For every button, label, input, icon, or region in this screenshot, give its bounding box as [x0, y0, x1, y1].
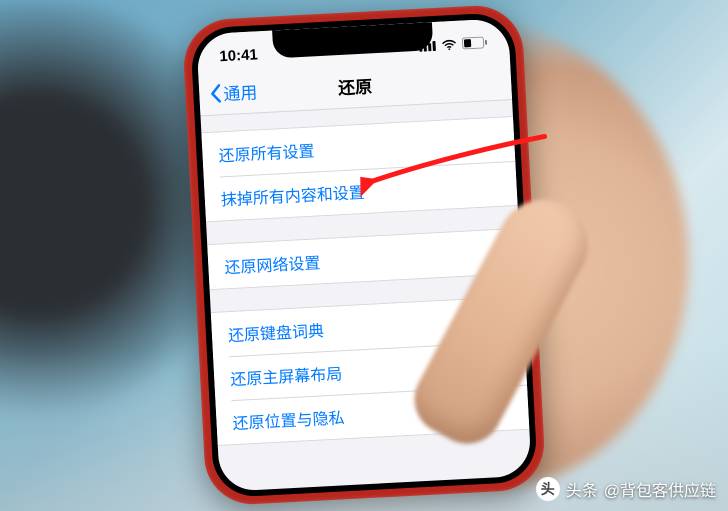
row-label: 还原网络设置 — [224, 249, 321, 278]
wifi-icon — [441, 38, 458, 50]
photo-scene: 10:41 通用 还原 — [0, 0, 728, 511]
row-label: 还原位置与隐私 — [232, 404, 345, 434]
back-button[interactable]: 通用 — [209, 78, 258, 105]
chevron-left-icon — [209, 83, 222, 104]
back-label: 通用 — [223, 78, 258, 105]
row-label: 还原键盘词典 — [227, 317, 324, 346]
row-label: 还原所有设置 — [218, 137, 315, 166]
attribution-prefix: 头条 — [566, 477, 598, 501]
row-label: 还原主屏幕布局 — [230, 360, 343, 390]
attribution-handle: @背包客供应链 — [604, 477, 716, 501]
status-time: 10:41 — [219, 46, 258, 65]
row-label: 抹掉所有内容和设置 — [220, 179, 365, 211]
attribution: 头 头条 @背包客供应链 — [536, 477, 716, 501]
attribution-badge-icon: 头 — [536, 477, 560, 501]
settings-group: 还原所有设置 抹掉所有内容和设置 — [201, 116, 517, 222]
side-watermark: · · · · · — [710, 230, 724, 340]
battery-icon — [462, 36, 488, 49]
